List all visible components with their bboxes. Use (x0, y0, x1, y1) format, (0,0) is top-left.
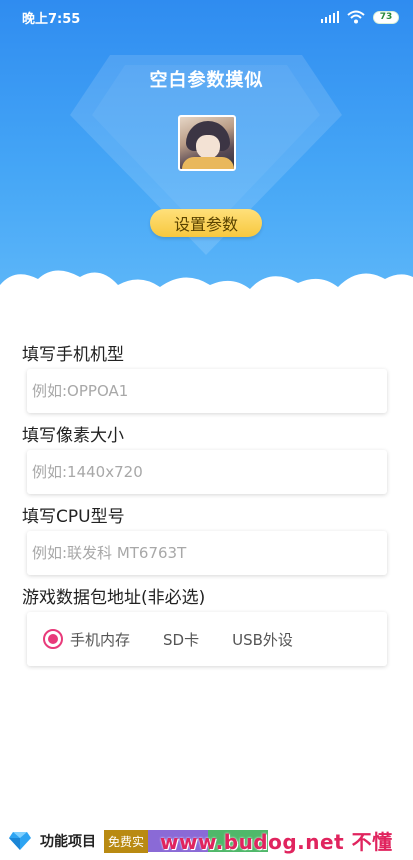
cpu-field[interactable] (27, 531, 387, 575)
set-params-button[interactable]: 设置参数 (150, 209, 262, 237)
radio-usb[interactable]: USB外设 (232, 629, 293, 650)
page-title: 空白参数摸似 (149, 70, 264, 91)
wifi-icon (347, 10, 365, 24)
diamond-icon (9, 832, 31, 850)
radio-label: SD卡 (163, 630, 200, 649)
watermark: www.budog.net 不懂社区 (160, 830, 393, 860)
status-time: 晚上7:55 (22, 11, 81, 27)
resolution-label: 填写像素大小 (22, 426, 124, 446)
radio-label: 手机内存 (70, 630, 131, 649)
signal-icon (320, 11, 339, 23)
radio-label: USB外设 (232, 630, 293, 649)
phone-model-input[interactable] (32, 369, 387, 413)
status-bar: 晚上7:55 73 (0, 0, 413, 34)
phone-model-field[interactable] (27, 369, 387, 413)
footer-title: 功能项目 (40, 834, 96, 850)
cpu-input[interactable] (32, 531, 387, 575)
footer-tag[interactable]: 免费实 (104, 829, 149, 853)
cpu-label: 填写CPU型号 (22, 507, 125, 527)
radio-sd-card[interactable]: SD卡 (163, 629, 199, 650)
status-icons: 73 (320, 10, 399, 24)
radio-selected-icon[interactable] (43, 629, 63, 649)
resolution-input[interactable] (32, 450, 387, 494)
header-banner: 晚上7:55 73 空白参数摸似 设置参数 (0, 0, 413, 310)
storage-label: 游戏数据包地址(非必选) (22, 588, 206, 608)
avatar[interactable] (178, 115, 236, 171)
radio-phone-memory[interactable]: 手机内存 (43, 629, 130, 650)
resolution-field[interactable] (27, 450, 387, 494)
cloud-divider (0, 270, 413, 310)
storage-radio-group: 手机内存 SD卡 USB外设 (27, 612, 387, 666)
phone-model-label: 填写手机机型 (22, 345, 124, 365)
battery-icon: 73 (373, 10, 399, 24)
